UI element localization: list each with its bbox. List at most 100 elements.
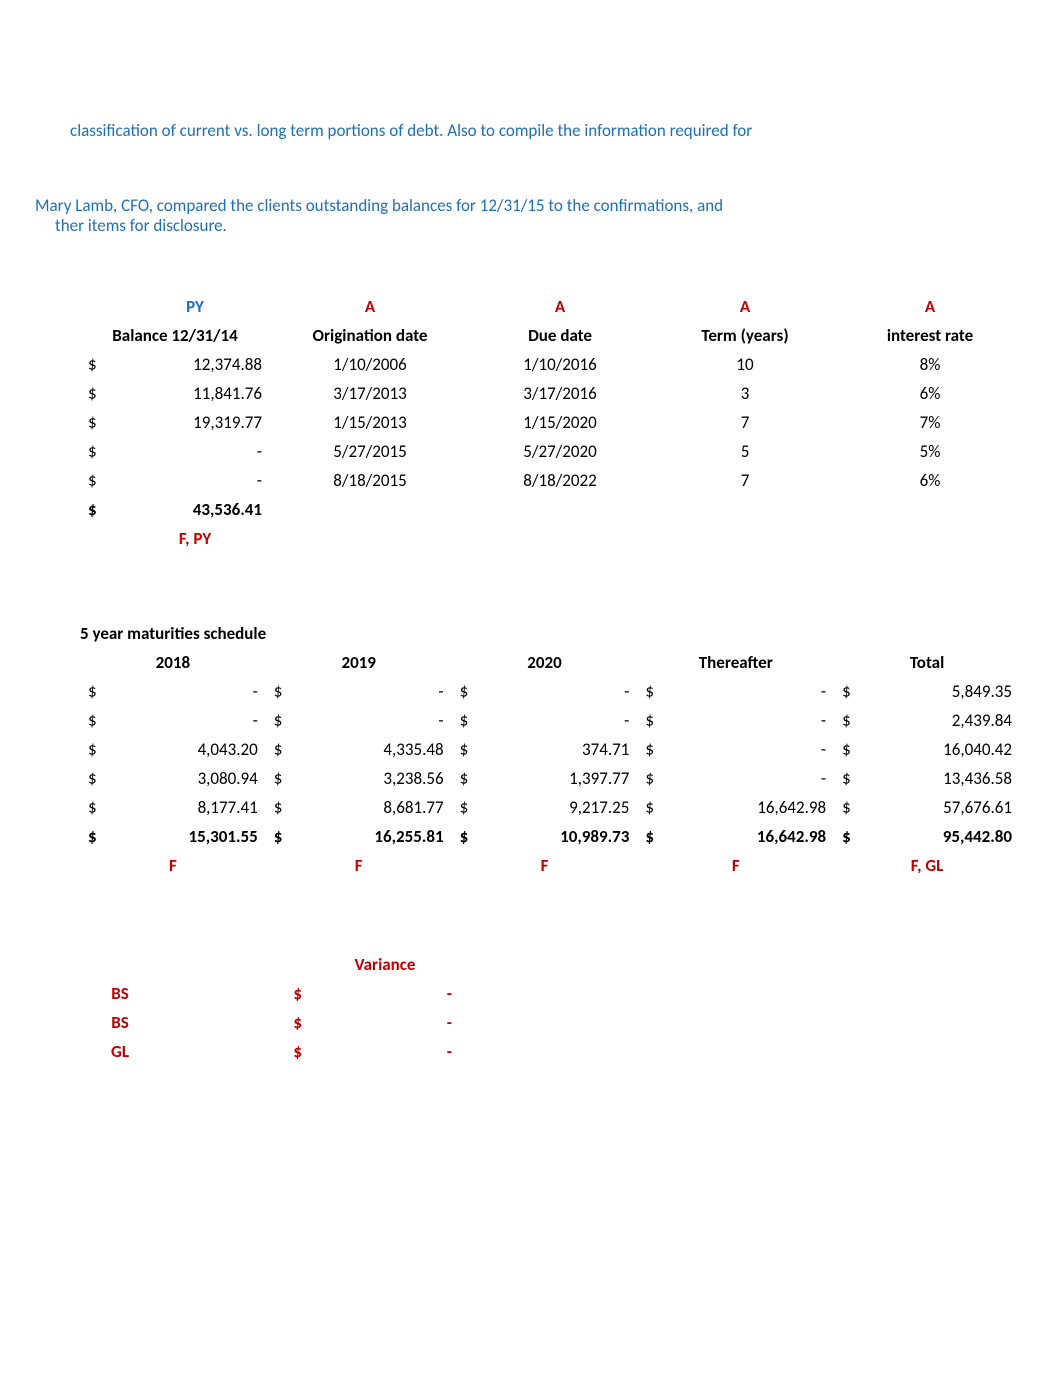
tag-a-2: A <box>470 292 650 321</box>
currency-sym: $ <box>266 822 299 851</box>
currency-sym: $ <box>452 677 485 706</box>
cell-balance: 12,374.88 <box>120 350 270 379</box>
cell-2020: - <box>484 677 637 706</box>
note-mary-lamb: Mary Lamb, CFO, compared the clients out… <box>35 196 1012 237</box>
tag-a-4: A <box>840 292 1020 321</box>
cell-term: 10 <box>650 350 840 379</box>
currency-sym: $ <box>834 706 867 735</box>
currency-sym: $ <box>80 677 113 706</box>
cell-2019: 4,335.48 <box>299 735 452 764</box>
cell-term: 5 <box>650 437 840 466</box>
cell-term: 7 <box>650 408 840 437</box>
table-row: $ 12,374.88 1/10/2006 1/10/2016 10 8% <box>80 350 1020 379</box>
total-row: $ 43,536.41 <box>80 495 1020 524</box>
cell-2018: 8,177.41 <box>113 793 266 822</box>
cell-rate: 5% <box>840 437 1020 466</box>
tag-row: PY A A A A <box>80 292 1020 321</box>
tag-f: F <box>637 851 834 880</box>
cell-2019: 8,681.77 <box>299 793 452 822</box>
currency-sym: $ <box>452 793 485 822</box>
foot-tag-row: F F F F F, GL <box>80 851 1020 880</box>
currency-sym: $ <box>834 677 867 706</box>
header-row: Balance 12/31/14 Origination date Due da… <box>80 321 1020 350</box>
currency-sym: $ <box>80 466 120 495</box>
balance-table: PY A A A A Balance 12/31/14 Origination … <box>80 292 1020 553</box>
table-row: BS $ - <box>80 979 460 1008</box>
maturities-title: 5 year maturities schedule <box>80 623 1012 644</box>
variance-value: - <box>310 1008 460 1037</box>
cell-orig: 3/17/2013 <box>270 379 470 408</box>
currency-sym: $ <box>637 677 670 706</box>
maturities-table: 2018 2019 2020 Thereafter Total $ - $ - … <box>80 648 1020 880</box>
currency-sym: $ <box>266 706 299 735</box>
label-bs: BS <box>80 1008 160 1037</box>
currency-sym: $ <box>80 437 120 466</box>
col-2018: 2018 <box>80 648 266 677</box>
cell-thereafter: - <box>670 735 834 764</box>
currency-sym: $ <box>452 764 485 793</box>
cell-2020: 9,217.25 <box>484 793 637 822</box>
cell-orig: 1/10/2006 <box>270 350 470 379</box>
cell-2020: - <box>484 706 637 735</box>
col-term: Term (years) <box>650 321 840 350</box>
col-variance: Variance <box>310 950 460 979</box>
note-classification: classification of current vs. long term … <box>70 120 1012 141</box>
cell-due: 1/10/2016 <box>470 350 650 379</box>
cell-balance: 19,319.77 <box>120 408 270 437</box>
header-row: Variance <box>80 950 460 979</box>
currency-sym: $ <box>266 793 299 822</box>
currency-sym: $ <box>834 793 867 822</box>
total-2018: 15,301.55 <box>113 822 266 851</box>
currency-sym: $ <box>80 350 120 379</box>
cell-orig: 5/27/2015 <box>270 437 470 466</box>
currency-sym: $ <box>637 822 670 851</box>
cell-rate: 7% <box>840 408 1020 437</box>
cell-total: 5,849.35 <box>867 677 1020 706</box>
label-bs: BS <box>80 979 160 1008</box>
tag-f: F <box>266 851 452 880</box>
note-line-b: ther items for disclosure. <box>55 216 1012 236</box>
col-2019: 2019 <box>266 648 452 677</box>
currency-sym: $ <box>160 1008 310 1037</box>
currency-sym: $ <box>80 706 113 735</box>
cell-rate: 8% <box>840 350 1020 379</box>
tag-f: F <box>452 851 638 880</box>
cell-thereafter: - <box>670 706 834 735</box>
total-2019: 16,255.81 <box>299 822 452 851</box>
cell-2018: 4,043.20 <box>113 735 266 764</box>
totals-row: $ 15,301.55 $ 16,255.81 $ 10,989.73 $ 16… <box>80 822 1020 851</box>
cell-2019: - <box>299 677 452 706</box>
tag-a-3: A <box>650 292 840 321</box>
tag-a-1: A <box>270 292 470 321</box>
variance-value: - <box>310 1037 460 1066</box>
cell-2019: 3,238.56 <box>299 764 452 793</box>
table-row: $ 4,043.20 $ 4,335.48 $ 374.71 $ - $ 16,… <box>80 735 1020 764</box>
currency-sym: $ <box>160 979 310 1008</box>
table-row: $ - $ - $ - $ - $ 2,439.84 <box>80 706 1020 735</box>
currency-sym: $ <box>834 764 867 793</box>
header-row: 2018 2019 2020 Thereafter Total <box>80 648 1020 677</box>
currency-sym: $ <box>637 764 670 793</box>
cell-due: 3/17/2016 <box>470 379 650 408</box>
cell-orig: 8/18/2015 <box>270 466 470 495</box>
cell-2018: 3,080.94 <box>113 764 266 793</box>
currency-sym: $ <box>80 764 113 793</box>
currency-sym: $ <box>80 822 113 851</box>
cell-rate: 6% <box>840 379 1020 408</box>
col-due: Due date <box>470 321 650 350</box>
variance-value: - <box>310 979 460 1008</box>
cell-term: 3 <box>650 379 840 408</box>
currency-sym: $ <box>80 379 120 408</box>
cell-orig: 1/15/2013 <box>270 408 470 437</box>
cell-term: 7 <box>650 466 840 495</box>
currency-sym: $ <box>160 1037 310 1066</box>
col-thereafter: Thereafter <box>637 648 834 677</box>
total-total: 95,442.80 <box>867 822 1020 851</box>
table-row: $ - $ - $ - $ - $ 5,849.35 <box>80 677 1020 706</box>
cell-2018: - <box>113 706 266 735</box>
currency-sym: $ <box>266 764 299 793</box>
table-row: $ 19,319.77 1/15/2013 1/15/2020 7 7% <box>80 408 1020 437</box>
cell-due: 1/15/2020 <box>470 408 650 437</box>
cell-thereafter: - <box>670 764 834 793</box>
currency-sym: $ <box>637 735 670 764</box>
